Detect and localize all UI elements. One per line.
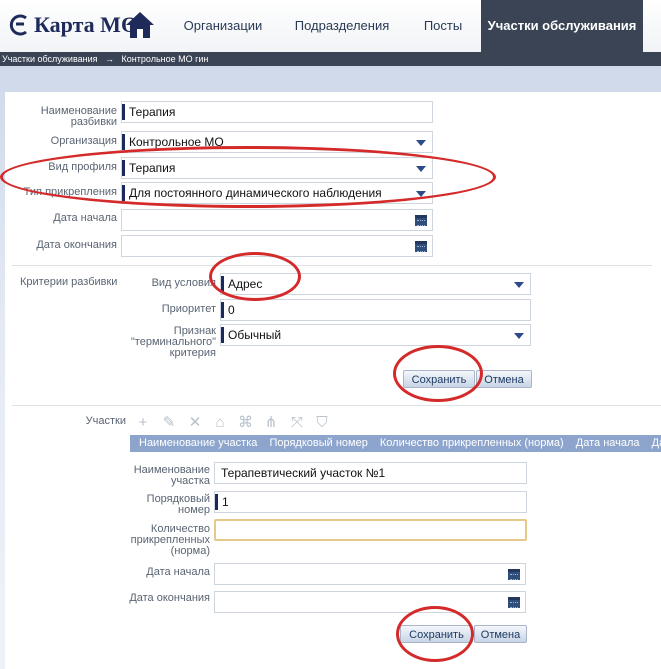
- name-value: Терапия: [129, 105, 176, 119]
- tab-service-areas[interactable]: Участки обслуживания: [481, 0, 643, 52]
- start-date-input[interactable]: [121, 209, 433, 231]
- tab-posts[interactable]: Посты: [405, 0, 481, 52]
- required-marker: [122, 104, 125, 120]
- chevron-down-icon: [416, 191, 426, 197]
- calendar-icon[interactable]: [415, 215, 427, 226]
- attachment-type-label: Тип прикрепления: [23, 186, 117, 198]
- profile-select[interactable]: Терапия: [121, 157, 433, 179]
- plot-number-input[interactable]: 1: [214, 491, 527, 513]
- logo-icon: [6, 12, 32, 44]
- plot-number-label: Порядковый номер: [146, 493, 210, 516]
- required-marker: [122, 160, 125, 176]
- chevron-down-icon: [514, 333, 524, 339]
- priority-value: 0: [228, 303, 235, 317]
- condition-type-value: Адрес: [228, 277, 263, 291]
- attachment-type-select[interactable]: Для постоянного динамического наблюдения: [121, 182, 433, 204]
- name-input[interactable]: Терапия: [121, 101, 433, 123]
- plot-count-input[interactable]: [214, 519, 527, 541]
- building-icon[interactable]: ⌘: [238, 415, 253, 430]
- chevron-down-icon: [416, 140, 426, 146]
- end-date-input[interactable]: [121, 235, 433, 257]
- priority-input[interactable]: 0: [220, 299, 531, 321]
- calendar-icon[interactable]: [508, 569, 520, 580]
- add-icon[interactable]: +: [136, 415, 150, 430]
- chevron-down-icon: [514, 282, 524, 288]
- breadcrumb-item[interactable]: Участки обслуживания: [2, 54, 98, 64]
- name-label: Наименование разбивки: [40, 105, 117, 128]
- profile-label: Вид профиля: [48, 161, 117, 173]
- chevron-down-icon: [416, 166, 426, 172]
- column-header[interactable]: Дата начала: [576, 437, 640, 449]
- organization-select[interactable]: Контрольное МО: [121, 131, 433, 153]
- shield-icon[interactable]: ⛉: [315, 415, 329, 430]
- calendar-icon[interactable]: [415, 241, 427, 252]
- column-header[interactable]: Дата: [652, 437, 661, 449]
- organization-value: Контрольное МО: [129, 135, 224, 149]
- tab-organizations[interactable]: Организации: [167, 0, 279, 52]
- delete-icon[interactable]: ✕: [188, 415, 202, 430]
- terminal-value: Обычный: [228, 328, 282, 342]
- plot-number-value: 1: [222, 495, 229, 509]
- split-icon[interactable]: ⤧: [290, 415, 304, 430]
- criteria-save-button[interactable]: Сохранить: [403, 370, 475, 388]
- start-date-label: Дата начала: [53, 212, 117, 224]
- plot-cancel-button[interactable]: Отмена: [474, 625, 527, 643]
- plot-name-value: Терапевтический участок №1: [221, 466, 386, 480]
- plot-count-label: Количество прикрепленных (норма): [130, 523, 210, 557]
- plot-name-input[interactable]: Терапевтический участок №1: [214, 462, 527, 484]
- breadcrumb-item: Контрольное МО гин: [121, 54, 209, 64]
- home-icon[interactable]: [124, 10, 156, 40]
- criteria-section-label: Критерии разбивки: [20, 276, 118, 288]
- plot-save-button[interactable]: Сохранить: [400, 625, 473, 643]
- organization-label: Организация: [50, 135, 117, 147]
- terminal-label: Признак "терминального" критерия: [130, 325, 216, 359]
- column-header[interactable]: Порядковый номер: [269, 437, 367, 449]
- terminal-select[interactable]: Обычный: [220, 324, 531, 346]
- criteria-cancel-button[interactable]: Отмена: [476, 370, 532, 388]
- required-marker: [122, 134, 125, 150]
- plots-section-label: Участки: [85, 415, 126, 427]
- plot-end-date-label: Дата окончания: [129, 592, 210, 604]
- divider: [12, 265, 652, 266]
- required-marker: [122, 185, 125, 201]
- divider: [12, 405, 661, 406]
- attachment-type-value: Для постоянного динамического наблюдения: [129, 186, 382, 200]
- required-marker: [221, 327, 224, 343]
- condition-type-select[interactable]: Адрес: [220, 273, 531, 295]
- required-marker: [221, 302, 224, 318]
- end-date-label: Дата окончания: [36, 239, 117, 251]
- home-icon[interactable]: ⌂: [213, 415, 227, 430]
- breadcrumb: Участки обслуживания → Контрольное МО ги…: [0, 52, 661, 66]
- plot-start-date-input[interactable]: [214, 563, 526, 585]
- breadcrumb-separator: →: [105, 54, 115, 64]
- edit-icon[interactable]: ✎: [162, 415, 176, 430]
- app-title: Карта МО: [34, 12, 139, 37]
- required-marker: [215, 494, 218, 510]
- grid-header: Наименование участка Порядковый номер Ко…: [130, 435, 661, 452]
- required-marker: [221, 276, 224, 292]
- priority-label: Приоритет: [161, 303, 216, 315]
- profile-value: Терапия: [129, 161, 176, 175]
- plot-end-date-input[interactable]: [214, 591, 526, 613]
- hierarchy-icon[interactable]: ⋔: [264, 415, 278, 430]
- plot-start-date-label: Дата начала: [146, 566, 210, 578]
- plot-name-label: Наименование участка: [133, 464, 210, 487]
- calendar-icon[interactable]: [508, 597, 520, 608]
- tab-departments[interactable]: Подразделения: [279, 0, 405, 52]
- column-header[interactable]: Наименование участка: [139, 437, 257, 449]
- column-header[interactable]: Количество прикрепленных (норма): [380, 437, 564, 449]
- condition-type-label: Вид условия: [151, 277, 216, 289]
